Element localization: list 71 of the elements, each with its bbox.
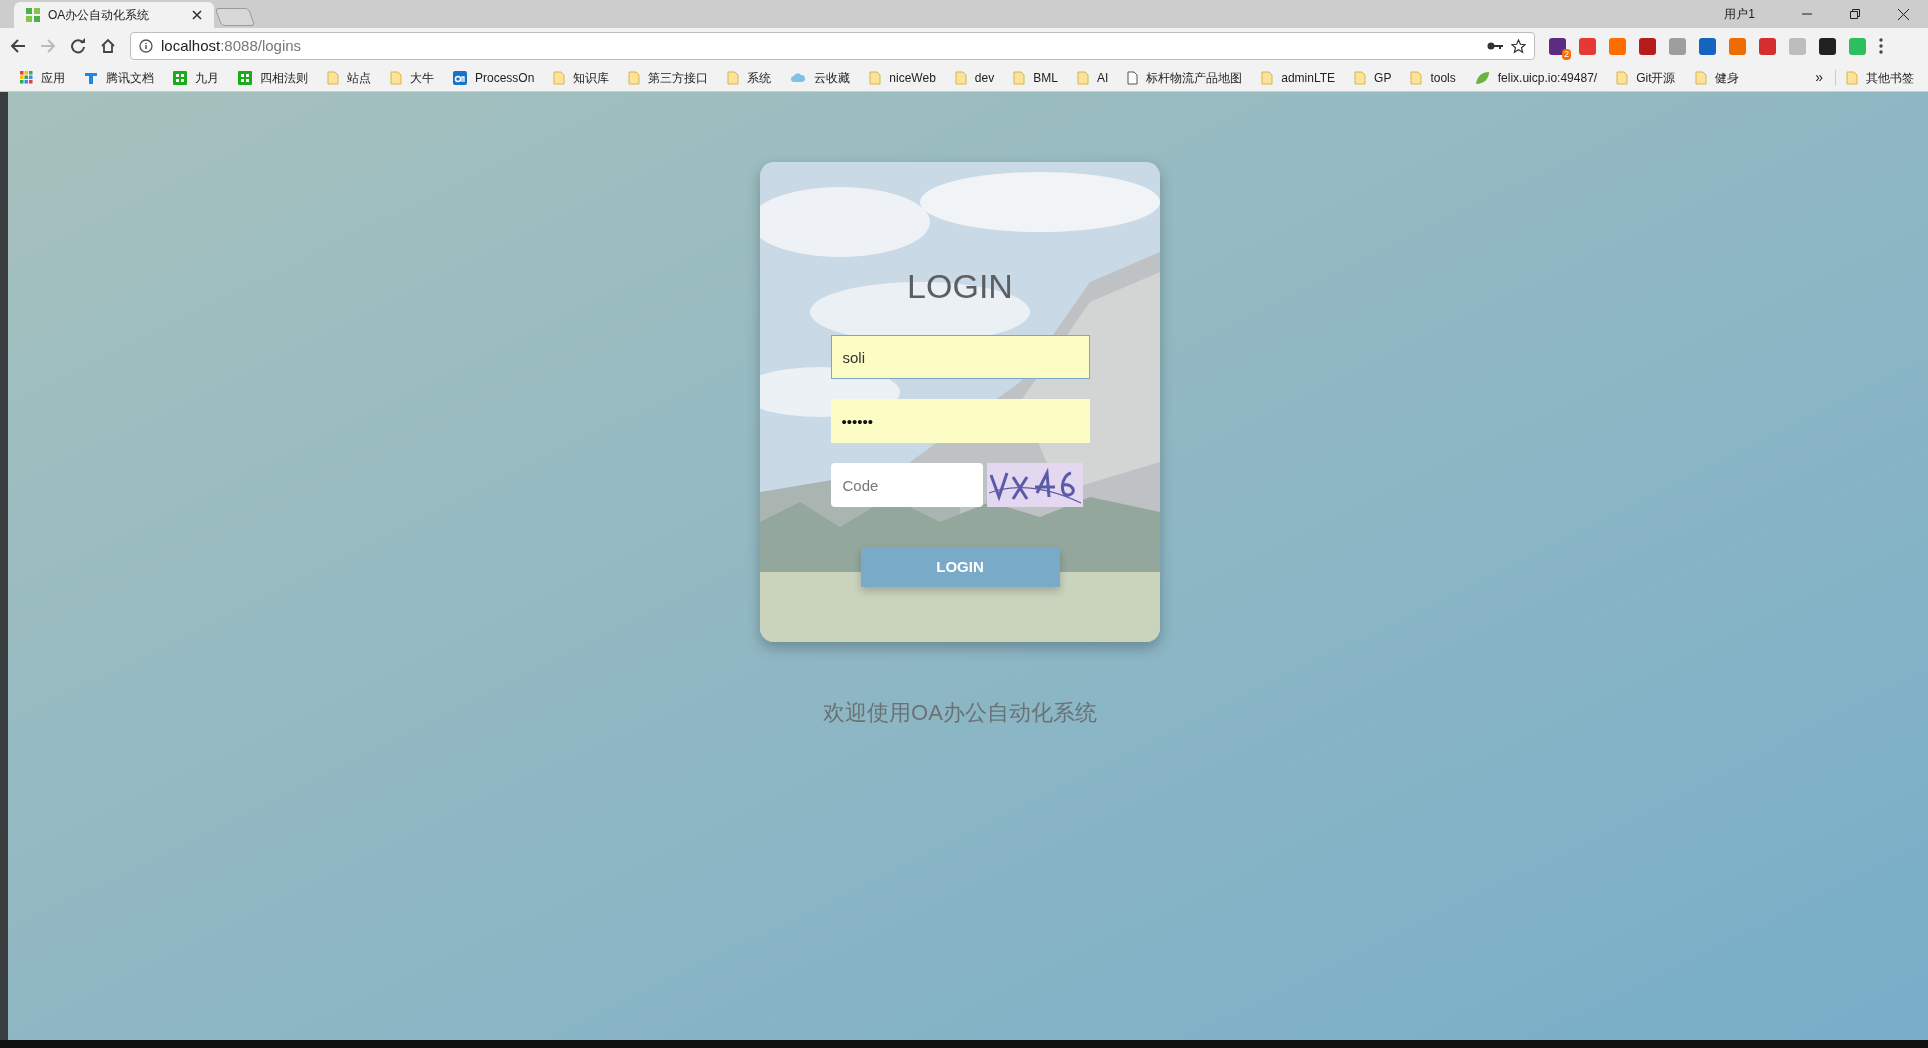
bookmark-link[interactable]: 其他书签 [1866,68,1914,87]
login-title: LOGIN [907,266,1013,306]
close-icon[interactable] [192,10,202,20]
bookmark-link[interactable]: BML [1033,68,1058,87]
bookmark-link[interactable]: 大牛 [410,68,434,87]
bookmark-link[interactable]: 站点 [347,68,371,87]
folder-icon [327,70,339,85]
password-field[interactable]: •••••• [830,399,1090,443]
bookmark-link[interactable]: Git开源 [1636,68,1676,87]
username-field[interactable]: soli [830,335,1090,379]
extension-badge: 2 [1562,48,1571,60]
bookmark-link[interactable]: AI [1096,68,1109,87]
folder-icon [390,70,402,85]
folder-icon [1354,70,1367,85]
app-icon [453,70,467,85]
menu-icon[interactable] [1879,38,1883,54]
folder-icon [869,70,882,85]
address-bar[interactable]: localhost:8088/logins [130,32,1535,60]
bookmark-link[interactable]: 第三方接口 [648,68,709,87]
star-icon[interactable] [1511,38,1526,54]
folder-icon [1616,70,1629,85]
url-text: localhost:8088/logins [161,35,303,56]
table-icon [238,70,252,85]
folder-icon [1846,70,1858,85]
extension-icon[interactable] [1819,37,1836,55]
browser-tab[interactable]: OA办公自动化系统 [14,2,214,28]
info-icon [139,39,153,53]
welcome-text: 欢迎使用OA办公自动化系统 [823,699,1097,727]
grid-icon [20,71,33,84]
key-icon[interactable] [1487,41,1503,51]
bookmark-link[interactable]: adminLTE [1281,68,1336,87]
bookmark-link[interactable]: 云收藏 [814,68,851,87]
bookmark-link[interactable]: 四相法则 [260,68,308,87]
page-icon [1127,70,1139,85]
bookmark-link[interactable]: 标杆物流产品地图 [1146,68,1243,87]
folder-icon [553,70,566,85]
more-bookmarks-button[interactable]: » [1815,67,1823,88]
bookmark-link[interactable]: GP [1374,68,1392,87]
code-field[interactable]: Code [830,463,983,507]
grid-icon [26,8,40,22]
bookmark-link[interactable]: felix.uicp.io:49487/ [1497,68,1598,87]
bookmark-link[interactable]: 腾讯文档 [106,68,154,87]
bookmark-link[interactable]: 应用 [41,68,65,87]
folder-icon [1076,70,1089,85]
back-icon[interactable] [10,38,26,54]
bookmark-link[interactable]: 知识库 [573,68,610,87]
extension-icon[interactable] [1549,37,1566,55]
restore-icon[interactable] [1850,9,1860,19]
document-icon [84,70,98,85]
folder-icon [1694,70,1707,85]
folder-icon [954,70,967,85]
folder-icon [1013,70,1026,85]
tab-title: OA办公自动化系统 [48,7,151,24]
close-icon[interactable] [1898,8,1909,20]
bookmark-link[interactable]: 系统 [747,68,772,87]
bookmark-link[interactable]: ProcessOn [475,68,535,87]
bookmark-link[interactable]: dev [974,68,995,87]
bookmark-link[interactable]: niceWeb [889,68,936,87]
profile-name[interactable]: 用户1 [1724,5,1755,23]
bookmark-link[interactable]: 九月 [195,68,219,87]
folder-icon [628,70,641,85]
folder-icon [1261,70,1274,85]
table-icon [173,70,187,85]
bookmark-link[interactable]: tools [1430,68,1456,87]
leaf-icon [1474,70,1490,85]
bookmark-link[interactable]: 健身 [1714,68,1739,87]
reload-icon[interactable] [70,38,86,54]
folder-icon [727,70,740,85]
home-icon[interactable] [100,38,116,54]
folder-icon [1410,70,1423,85]
cloud-icon [790,72,807,83]
